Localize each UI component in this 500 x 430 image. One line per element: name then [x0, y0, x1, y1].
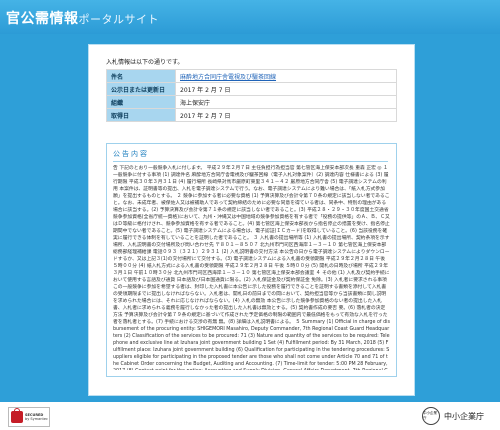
- notice-box: 公告内容 告 下記のとおり一般競争入札に付します。 平成２９年２月７日 主任負担…: [106, 143, 397, 377]
- security-seal[interactable]: SECURED by Symantec: [8, 407, 50, 427]
- table-row: 取得日 2017 年 2 月 7 日: [106, 108, 397, 122]
- notice-body: 告 下記のとおり一般競争入札に付します。 平成２９年２月７日 主任負担行為担当官…: [113, 166, 390, 370]
- subject-link[interactable]: 麻酔地方合同庁舎電視及び驪茶回線: [175, 69, 397, 83]
- notice-title: 公告内容: [113, 149, 388, 162]
- organization-value: 海上保安庁: [175, 95, 397, 109]
- tender-info-table: 件名 麻酔地方合同庁舎電視及び驪茶回線 公示日または更新日 2017 年 2 月…: [106, 69, 397, 122]
- site-header: 官公需情報ポータルサイト: [0, 0, 500, 34]
- agency-logo[interactable]: 中小企業庁 中小企業庁: [422, 407, 484, 425]
- site-logo[interactable]: 官公需情報ポータルサイト: [6, 8, 159, 28]
- row-label-org: 組織: [106, 95, 176, 109]
- site-title-main: 官公需情報: [6, 11, 79, 27]
- table-row: 公示日または更新日 2017 年 2 月 7 日: [106, 82, 397, 96]
- table-row: 組織 海上保安庁: [106, 95, 397, 109]
- row-label-acquired: 取得日: [106, 108, 176, 122]
- content-panel: 入札情報は以下の通りです。 件名 麻酔地方合同庁舎電視及び驪茶回線 公示日または…: [88, 44, 415, 396]
- publish-date-value: 2017 年 2 月 7 日: [175, 82, 397, 96]
- lock-icon: [11, 408, 23, 423]
- row-label-date: 公示日または更新日: [106, 82, 176, 96]
- security-seal-text: SECURED by Symantec: [25, 413, 48, 421]
- intro-text: 入札情報は以下の通りです。: [106, 59, 184, 66]
- acquired-date-value: 2017 年 2 月 7 日: [175, 108, 397, 122]
- site-footer: SECURED by Symantec 中小企業庁 中小企業庁: [0, 402, 500, 430]
- site-title-sub: ポータルサイト: [78, 13, 159, 26]
- agency-emblem-icon: 中小企業庁: [422, 407, 440, 425]
- agency-name: 中小企業庁: [444, 411, 484, 421]
- row-label-subject: 件名: [106, 69, 176, 83]
- table-row: 件名 麻酔地方合同庁舎電視及び驪茶回線: [106, 69, 397, 83]
- security-seal-sub: by Symantec: [25, 417, 48, 421]
